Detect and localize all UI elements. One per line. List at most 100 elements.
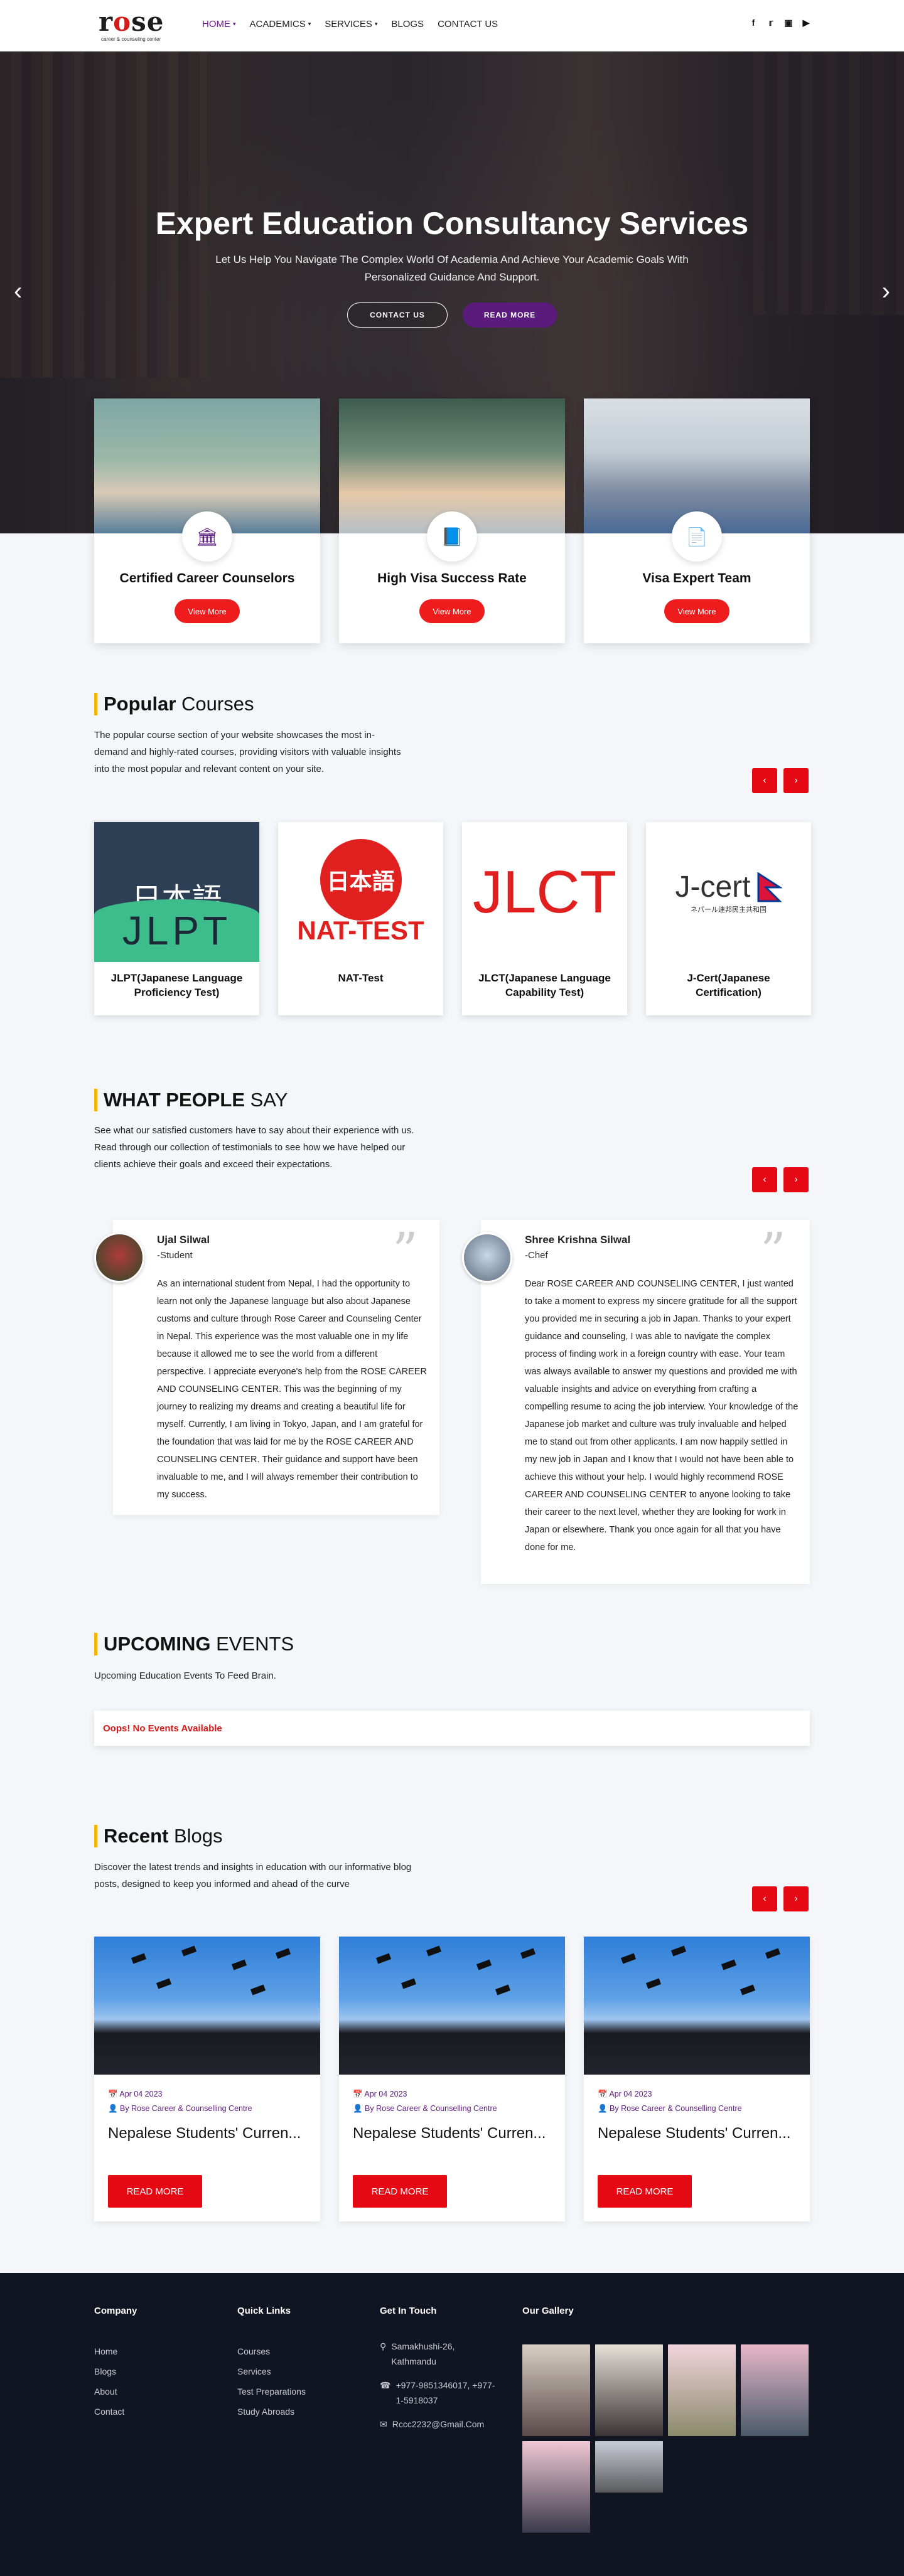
carousel-next-icon[interactable]: ›: [783, 768, 809, 793]
footer-company-title: Company: [94, 2306, 137, 2316]
footer-link[interactable]: Blogs: [94, 2361, 137, 2381]
carousel-prev-icon[interactable]: ‹: [752, 1886, 777, 1911]
email-icon: ✉: [380, 2419, 387, 2429]
nav-contact-label: CONTACT US: [438, 19, 498, 29]
gallery-image[interactable]: [522, 2441, 590, 2533]
course-list: 日本語 JLPT JLPT(Japanese Language Proficie…: [94, 822, 811, 1015]
logo[interactable]: rose career & counseling center: [99, 8, 180, 44]
footer-quick-links-title: Quick Links: [237, 2306, 291, 2316]
courses-heading-rest: Courses: [176, 693, 254, 715]
testimonials-heading-rest: SAY: [245, 1089, 288, 1111]
facebook-icon[interactable]: f: [748, 18, 758, 28]
footer-phone-text[interactable]: +977-9851346017, +977-1-5918037: [396, 2378, 499, 2408]
footer-email-text[interactable]: Rccc2232@Gmail.Com: [392, 2417, 484, 2432]
nav-home[interactable]: HOME ▾: [202, 19, 236, 29]
heading-bar: [94, 1089, 97, 1111]
read-more-button[interactable]: READ MORE: [463, 302, 557, 328]
blog-list: 📅 Apr 04 2023 👤 By Rose Career & Counsel…: [94, 1937, 810, 2221]
gallery-image[interactable]: [522, 2344, 590, 2436]
read-more-button[interactable]: READ MORE: [108, 2175, 202, 2208]
course-card[interactable]: 日本語 JLPT JLPT(Japanese Language Proficie…: [94, 822, 259, 1015]
read-more-button[interactable]: READ MORE: [353, 2175, 447, 2208]
logo-subtitle: career & counseling center: [101, 36, 161, 42]
footer-link[interactable]: Study Abroads: [237, 2402, 306, 2422]
view-more-button[interactable]: View More: [419, 599, 485, 623]
nav-contact[interactable]: CONTACT US: [438, 19, 498, 29]
footer-link[interactable]: Home: [94, 2341, 137, 2361]
course-card[interactable]: JLCT JLCT(Japanese Language Capability T…: [462, 822, 627, 1015]
gallery-image[interactable]: [741, 2344, 809, 2436]
footer-contact: Get In Touch ⚲ Samakhushi-26, Kathmandu ☎…: [380, 2306, 499, 2432]
twitter-icon[interactable]: 𝕣: [766, 18, 776, 28]
course-card[interactable]: J-cert ネパール連邦民主共和国 J-Cert(Japanese Certi…: [646, 822, 811, 1015]
testimonial-name: Shree Krishna Silwal: [525, 1234, 631, 1246]
social-links: f 𝕣 ▣ ▶: [748, 18, 811, 28]
carousel-next-icon[interactable]: ›: [783, 1886, 809, 1911]
avatar: [94, 1232, 144, 1283]
read-more-button[interactable]: READ MORE: [598, 2175, 692, 2208]
courses-carousel-nav: ‹ ›: [752, 768, 809, 793]
book-icon: 📘: [427, 511, 477, 562]
events-heading-rest: EVENTS: [210, 1633, 294, 1655]
site-header: rose career & counseling center HOME ▾ AC…: [0, 0, 904, 51]
carousel-prev-icon[interactable]: ‹: [752, 1167, 777, 1192]
footer-link[interactable]: Courses: [237, 2341, 306, 2361]
blog-author-text: By Rose Career & Counselling Centre: [610, 2104, 742, 2113]
feature-card: 📘 High Visa Success Rate View More: [339, 398, 565, 643]
nav-academics[interactable]: ACADEMICS ▾: [250, 19, 311, 29]
nav-services[interactable]: SERVICES ▾: [325, 19, 377, 29]
heading-bar: [94, 1825, 97, 1847]
footer-email: ✉ Rccc2232@Gmail.Com: [380, 2417, 499, 2432]
institution-icon: 🏛: [182, 511, 232, 562]
blog-title[interactable]: Nepalese Students' Curren...: [108, 2125, 309, 2142]
footer-link[interactable]: About: [94, 2381, 137, 2402]
blog-date: 📅 Apr 04 2023: [598, 2090, 652, 2098]
location-icon: ⚲: [380, 2341, 387, 2351]
footer-phone: ☎ +977-9851346017, +977-1-5918037: [380, 2378, 499, 2408]
footer-link[interactable]: Test Preparations: [237, 2381, 306, 2402]
blog-author: 👤 By Rose Career & Counselling Centre: [353, 2104, 497, 2113]
gallery-image[interactable]: [595, 2441, 663, 2493]
view-more-button[interactable]: View More: [664, 599, 729, 623]
logo-wordmark: rose: [99, 6, 164, 37]
heading-bar: [94, 693, 97, 715]
instagram-icon[interactable]: ▣: [783, 18, 794, 28]
carousel-next-icon[interactable]: ›: [783, 1167, 809, 1192]
feature-card: 📄 Visa Expert Team View More: [584, 398, 810, 643]
blog-date-text: Apr 04 2023: [119, 2090, 163, 2098]
feature-title: High Visa Success Rate: [377, 571, 527, 585]
carousel-prev-icon[interactable]: ‹: [752, 768, 777, 793]
blog-title[interactable]: Nepalese Students' Curren...: [598, 2125, 799, 2142]
chevron-down-icon: ▾: [308, 21, 311, 27]
testimonial-role: -Student: [157, 1250, 193, 1261]
footer-link[interactable]: Contact: [94, 2402, 137, 2422]
course-card[interactable]: 日本語 NAT-TEST NAT-Test: [278, 822, 443, 1015]
testimonial-card: Ujal Silwal -Student ” As an internation…: [94, 1220, 439, 1515]
blog-author-text: By Rose Career & Counselling Centre: [120, 2104, 252, 2113]
nepal-flag-icon: [757, 872, 782, 902]
blogs-description: Discover the latest trends and insights …: [94, 1862, 412, 1889]
feature-cards: 🏛 Certified Career Counselors View More …: [94, 398, 810, 643]
footer-link[interactable]: Services: [237, 2361, 306, 2381]
blog-author: 👤 By Rose Career & Counselling Centre: [598, 2104, 742, 2113]
quote-icon: ”: [392, 1222, 418, 1280]
jlpt-logo: 日本語 JLPT: [94, 822, 259, 962]
youtube-icon[interactable]: ▶: [801, 18, 811, 28]
main-nav: HOME ▾ ACADEMICS ▾ SERVICES ▾ BLOGS CONTACT…: [202, 19, 498, 29]
chevron-down-icon: ▾: [233, 21, 236, 27]
chevron-down-icon: ▾: [374, 21, 378, 27]
nat-logo-text: NAT-TEST: [297, 915, 424, 945]
gallery-image[interactable]: [668, 2344, 736, 2436]
nav-blogs[interactable]: BLOGS: [391, 19, 424, 29]
nav-services-label: SERVICES: [325, 19, 372, 29]
gallery-image[interactable]: [595, 2344, 663, 2436]
testimonial-card: Shree Krishna Silwal -Chef ” Dear ROSE C…: [462, 1220, 810, 1584]
phone-icon: ☎: [380, 2380, 391, 2390]
view-more-button[interactable]: View More: [175, 599, 240, 623]
slider-next-icon[interactable]: ›: [882, 277, 890, 306]
slider-prev-icon[interactable]: ‹: [14, 277, 22, 306]
contact-us-button[interactable]: CONTACT US: [347, 302, 448, 328]
blog-title[interactable]: Nepalese Students' Curren...: [353, 2125, 554, 2142]
jlct-logo: JLCT: [462, 822, 627, 962]
hero-subtitle: Let Us Help You Navigate The Complex Wor…: [215, 254, 689, 283]
